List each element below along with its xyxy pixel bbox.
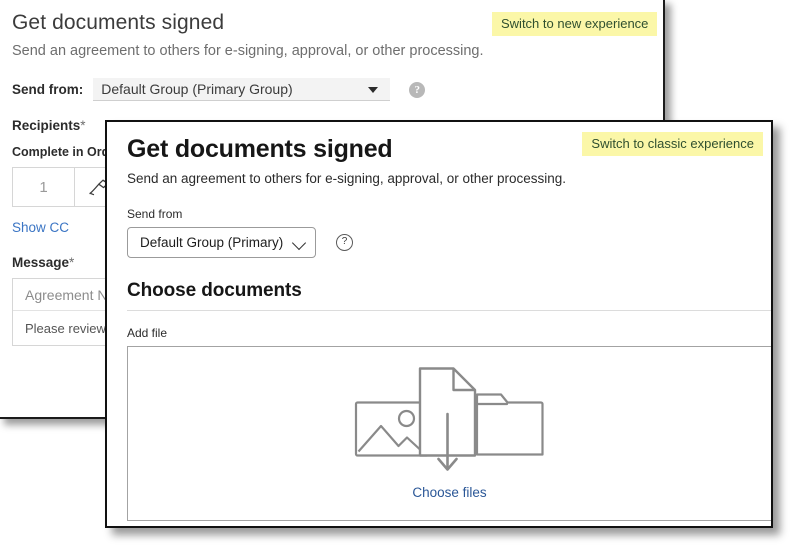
classic-send-from-value: Default Group (Primary Group) xyxy=(101,81,293,97)
image-icon xyxy=(354,401,429,457)
screenshot-stage: Get documents signed Send an agreement t… xyxy=(0,0,799,545)
classic-send-from-row: Send from: Default Group (Primary Group)… xyxy=(12,78,663,101)
choose-files-link[interactable]: Choose files xyxy=(128,485,771,500)
add-file-label: Add file xyxy=(127,326,168,340)
classic-recipients-text: Recipients xyxy=(12,118,81,133)
section-divider xyxy=(127,310,771,311)
classic-send-from-label: Send from: xyxy=(12,82,84,97)
modal-content: Get documents signed Send an agreement t… xyxy=(127,134,771,526)
required-asterisk: * xyxy=(80,118,86,133)
chevron-down-icon xyxy=(368,87,379,93)
new-experience-modal: Switch to classic experience Get documen… xyxy=(105,120,773,528)
choose-documents-heading: Choose documents xyxy=(127,280,302,301)
help-icon[interactable]: ? xyxy=(409,81,426,98)
modal-send-from-select[interactable]: Default Group (Primary) xyxy=(127,227,316,258)
document-upload-icon xyxy=(418,367,476,471)
required-asterisk-message: * xyxy=(69,255,75,270)
modal-send-from-label: Send from xyxy=(127,207,183,221)
modal-send-from-value: Default Group (Primary) xyxy=(140,235,284,250)
modal-send-from-row: Default Group (Primary) ? xyxy=(127,227,771,258)
switch-to-new-experience-button[interactable]: Switch to new experience xyxy=(492,12,658,36)
file-dropzone[interactable]: Choose files xyxy=(127,346,771,521)
upload-graphic-icon xyxy=(354,367,544,471)
classic-send-from-select[interactable]: Default Group (Primary Group) xyxy=(93,78,391,101)
chevron-down-icon xyxy=(291,235,307,251)
upload-illustration xyxy=(128,358,771,476)
classic-recipient-index: 1 xyxy=(13,168,75,206)
switch-to-classic-experience-button[interactable]: Switch to classic experience xyxy=(582,132,763,156)
classic-message-text: Message xyxy=(12,255,70,270)
modal-page-subtitle: Send an agreement to others for e-signin… xyxy=(127,171,567,186)
help-icon[interactable]: ? xyxy=(336,234,353,251)
classic-page-subtitle: Send an agreement to others for e-signin… xyxy=(12,43,484,59)
folder-icon xyxy=(474,393,544,456)
